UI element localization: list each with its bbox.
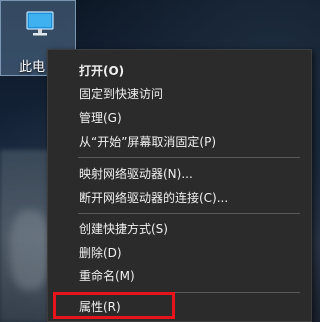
menu-item-create-shortcut[interactable]: 创建快捷方式(S) xyxy=(49,218,311,240)
computer-monitor-icon xyxy=(26,11,54,36)
menu-item-rename[interactable]: 重命名(M) xyxy=(49,265,311,287)
desktop-icon-label: 此电 xyxy=(19,60,46,75)
menu-item-pin-quick-access[interactable]: 固定到快速访问 xyxy=(49,83,311,105)
menu-separator xyxy=(78,157,300,158)
menu-item-disconnect-network-drive[interactable]: 断开网络驱动器的连接(C)... xyxy=(49,187,311,209)
annotation-highlight-box xyxy=(53,292,175,319)
desktop-background: 此电 打开(O) 固定到快速访问 管理(G) 从“开始”屏幕取消固定(P) 映射… xyxy=(0,0,312,322)
menu-item-manage[interactable]: 管理(G) xyxy=(49,107,311,129)
menu-item-open[interactable]: 打开(O) xyxy=(49,60,311,82)
wallpaper-rock-highlight xyxy=(10,210,50,290)
menu-item-unpin-start[interactable]: 从“开始”屏幕取消固定(P) xyxy=(49,131,311,153)
menu-item-delete[interactable]: 删除(D) xyxy=(49,242,311,264)
menu-separator xyxy=(78,213,300,214)
context-menu: 打开(O) 固定到快速访问 管理(G) 从“开始”屏幕取消固定(P) 映射网络驱… xyxy=(47,49,312,322)
menu-item-map-network-drive[interactable]: 映射网络驱动器(N)... xyxy=(49,163,311,185)
